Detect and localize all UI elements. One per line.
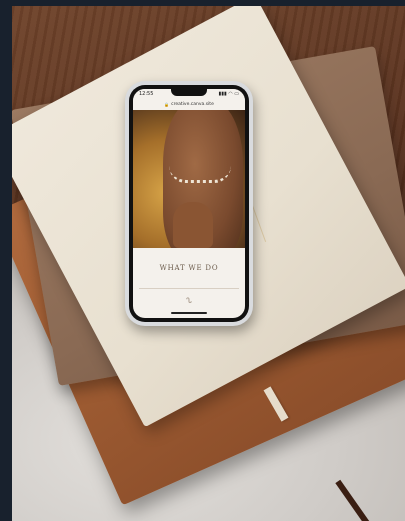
section-title: WHAT WE DO <box>159 264 219 272</box>
status-icons: ▮▮▮ ◠ ▭ <box>218 91 239 97</box>
divider <box>139 288 239 289</box>
phone-screen: 12:55 ▮▮▮ ◠ ▭ 🔒 creative.canva.site WHAT… <box>133 89 245 318</box>
pearl-necklace <box>169 166 231 183</box>
url-text: creative.canva.site <box>171 101 214 107</box>
browser-url-bar: 🔒 creative.canva.site <box>133 99 245 109</box>
home-indicator <box>171 312 207 314</box>
phone-bezel: 12:55 ▮▮▮ ◠ ▭ 🔒 creative.canva.site WHAT… <box>129 85 249 322</box>
status-time: 12:55 <box>139 91 154 97</box>
lock-icon: 🔒 <box>164 101 170 107</box>
left-frame-edge <box>0 0 12 521</box>
smartphone: 12:55 ▮▮▮ ◠ ▭ 🔒 creative.canva.site WHAT… <box>125 81 253 326</box>
hero-image <box>133 110 245 248</box>
phone-notch <box>171 89 207 96</box>
hero-hand <box>173 202 213 248</box>
brand-logo-icon: ᔐ <box>186 296 192 305</box>
